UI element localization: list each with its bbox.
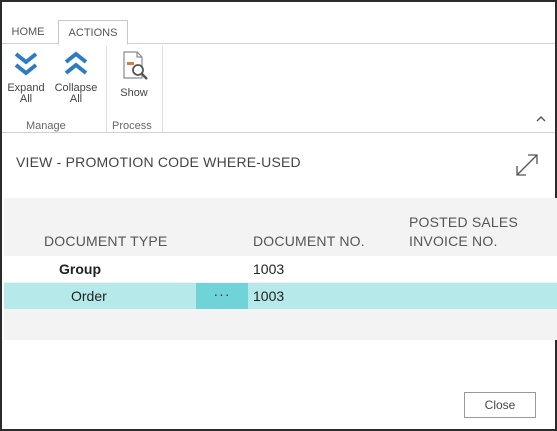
group-separator — [162, 46, 163, 132]
column-header-posted-sales-invoice-line1[interactable]: POSTED SALES — [409, 213, 518, 231]
group-label-process: Process — [112, 120, 152, 132]
expand-all-button[interactable]: Expand All — [4, 50, 48, 105]
cell-document-type: Group — [59, 261, 101, 277]
page-title: VIEW - PROMOTION CODE WHERE-USED — [16, 154, 301, 170]
tab-home[interactable]: HOME — [4, 20, 52, 44]
expand-all-label-line2: All — [19, 93, 33, 105]
ribbon: HOME ACTIONS Expand All Collapse All Sho… — [2, 2, 555, 132]
cell-document-no: 1003 — [253, 261, 285, 277]
collapse-ribbon-icon[interactable] — [535, 114, 547, 124]
table-row-selected[interactable]: Order ··· 1003 — [4, 283, 557, 309]
column-header-document-no[interactable]: DOCUMENT NO. — [253, 232, 365, 250]
ribbon-tabs: HOME ACTIONS — [2, 20, 555, 45]
cell-document-no: 1003 — [253, 288, 285, 304]
row-actions-button[interactable]: ··· — [196, 283, 248, 309]
tab-actions[interactable]: ACTIONS — [58, 20, 128, 45]
cell-document-type: Order — [71, 288, 107, 304]
expand-all-icon — [14, 52, 38, 76]
show-icon — [123, 51, 148, 80]
collapse-all-button[interactable]: Collapse All — [50, 50, 102, 105]
expand-window-icon[interactable] — [514, 152, 540, 178]
group-label-manage: Manage — [26, 120, 66, 132]
column-header-posted-sales-invoice-line2[interactable]: INVOICE NO. — [409, 232, 498, 250]
column-header-document-type[interactable]: DOCUMENT TYPE — [44, 232, 167, 250]
dialog-window: HOME ACTIONS Expand All Collapse All Sho… — [0, 0, 557, 431]
show-label: Show — [120, 87, 148, 99]
close-button[interactable]: Close — [464, 392, 536, 418]
collapse-all-icon — [64, 51, 88, 75]
show-button[interactable]: Show — [114, 50, 154, 99]
table-row[interactable]: Group 1003 — [4, 256, 557, 282]
group-separator — [106, 46, 107, 132]
ribbon-divider — [2, 132, 555, 133]
collapse-all-label-line2: All — [69, 93, 83, 105]
